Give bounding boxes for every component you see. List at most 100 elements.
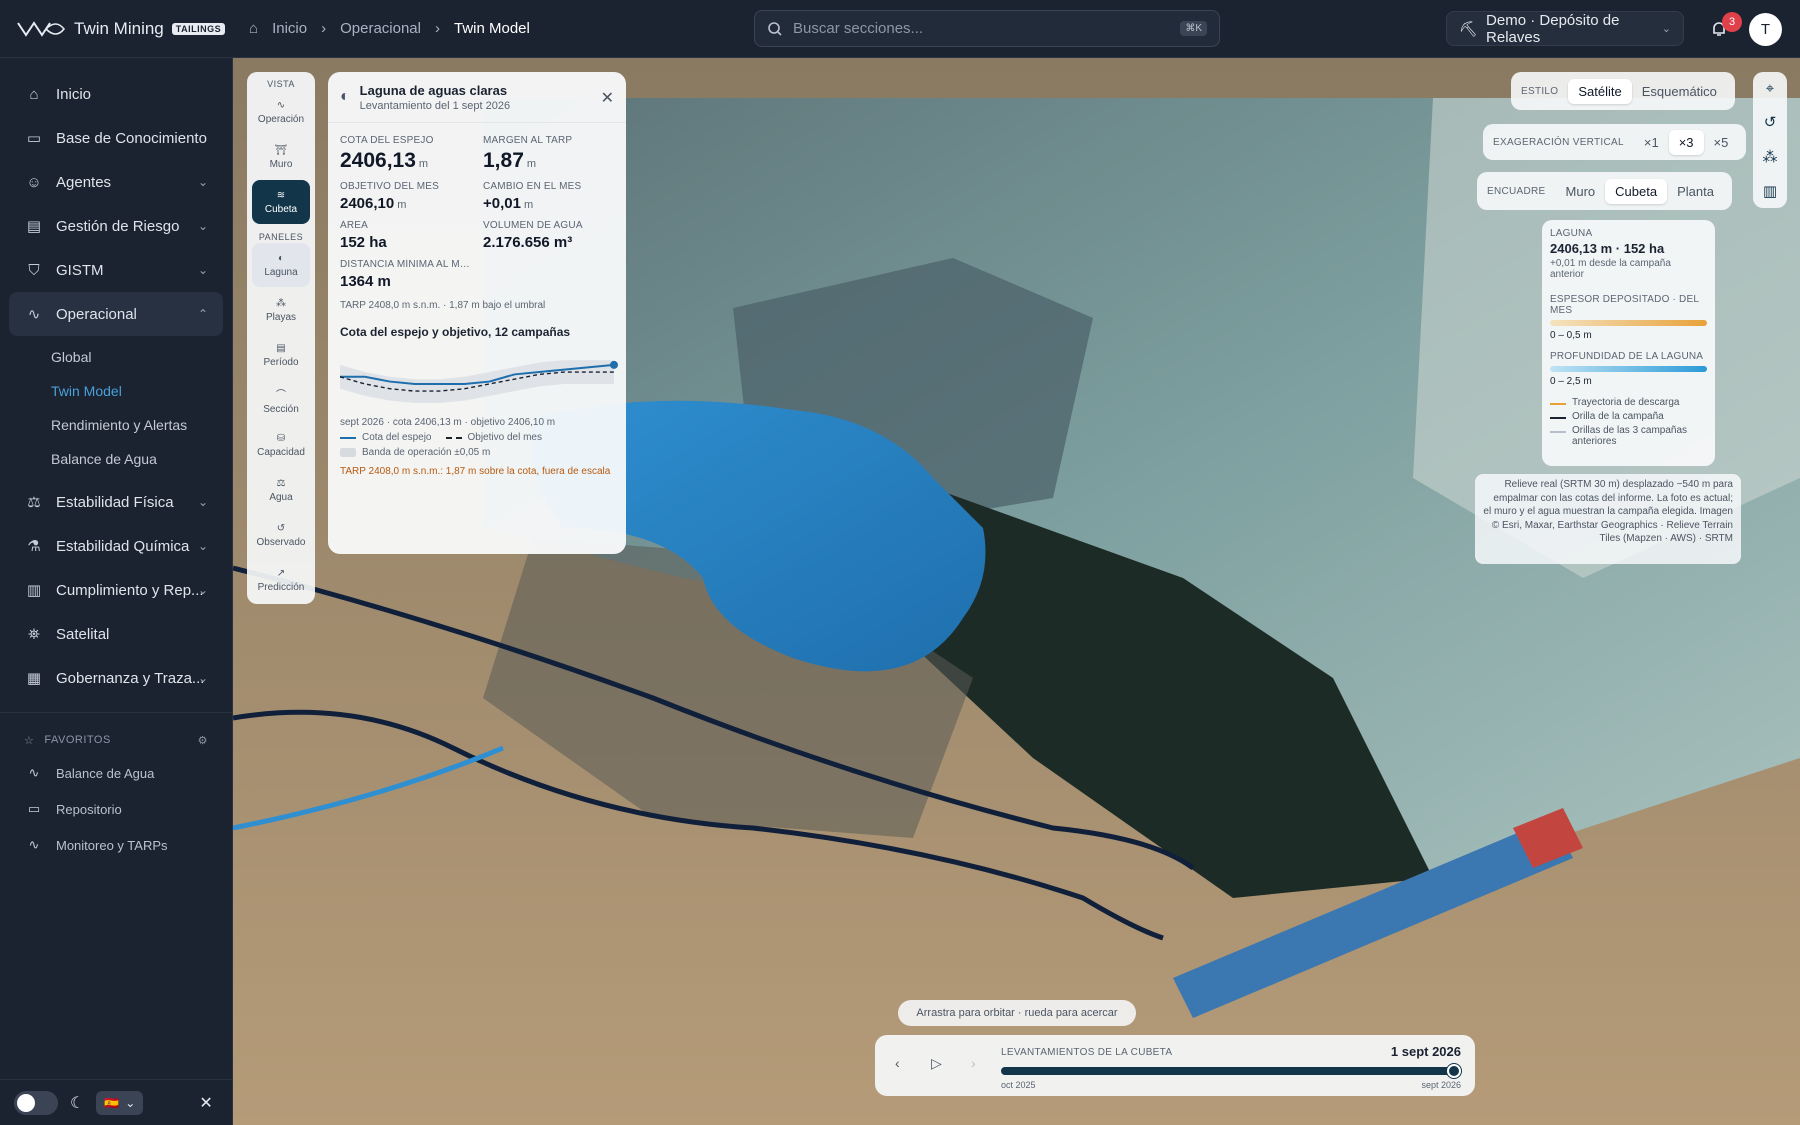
theme-toggle[interactable] <box>14 1090 58 1115</box>
layers-icon[interactable]: ⁂ <box>1763 148 1778 166</box>
sidebar-item-satelital[interactable]: ⛯ Satelital <box>0 612 232 656</box>
tool-rail: VISTA ∿ Operación ⛩ Muro ≋ Cubeta PANELES ◐… <box>247 72 315 604</box>
sidebar-item-gistm[interactable]: ⛉ GISTM ⌄ <box>0 248 232 292</box>
search-box[interactable]: ⌘K <box>754 10 1220 47</box>
timeline-start: oct 2025 <box>1001 1080 1036 1090</box>
profundidad-title: PROFUNDIDAD DE LA LAGUNA <box>1550 351 1704 362</box>
sidebar-item-estabilidad-fisica[interactable]: ⚖ Estabilidad Física ⌄ <box>0 480 232 524</box>
panel-capacidad-button[interactable]: ⛁ Capacidad <box>252 423 310 467</box>
panel-agua-button[interactable]: ⚖ Agua <box>252 468 310 512</box>
rail-label: Cubeta <box>264 203 298 215</box>
sidebar-item-gestion-riesgo[interactable]: ▤ Gestión de Riesgo ⌄ <box>0 204 232 248</box>
book-icon: ▭ <box>27 801 41 816</box>
metric-label: OBJETIVO DEL MES <box>340 181 439 192</box>
sidebar-subitem-twin-model[interactable]: Twin Model <box>0 374 232 408</box>
panel-title: Laguna de aguas claras <box>359 82 508 98</box>
sidebar-item-label: GISTM <box>56 261 104 279</box>
avatar[interactable]: T <box>1749 13 1782 46</box>
favorite-monitoreo[interactable]: ∿ Monitoreo y TARPs <box>0 827 232 863</box>
waves-icon: ≋ <box>276 189 286 201</box>
sidebar-item-inicio[interactable]: ⌂ Inicio <box>0 72 232 116</box>
sidebar-item-estabilidad-quimica[interactable]: ⚗ Estabilidad Química ⌄ <box>0 524 232 568</box>
chevron-right-icon[interactable]: › <box>971 1055 976 1071</box>
divider <box>0 712 232 713</box>
panel-prediccion-button[interactable]: ↗ Predicción <box>252 558 310 602</box>
timeline-handle[interactable] <box>1447 1064 1461 1078</box>
sidebar-item-label: Agentes <box>56 173 112 191</box>
view-muro-button[interactable]: ⛩ Muro <box>252 135 310 179</box>
settings-sliders-icon[interactable]: ⚙ <box>198 734 208 747</box>
sidebar-item-gobernanza[interactable]: ▦ Gobernanza y Traza... ⌄ <box>0 656 232 700</box>
metric-number: 152 ha <box>340 234 387 251</box>
style-satelite-button[interactable]: Satélite <box>1568 78 1632 104</box>
terrain-map[interactable]: VISTA ∿ Operación ⛩ Muro ≋ Cubeta PANELES ◐… <box>233 58 1800 1125</box>
notifications-button[interactable]: 3 <box>1704 12 1742 44</box>
favorite-repositorio[interactable]: ▭ Repositorio <box>0 791 232 827</box>
panel-subtitle: Levantamiento del 1 sept 2026 <box>359 99 511 112</box>
sidebar-subitem-balance-agua[interactable]: Balance de Agua <box>0 442 232 476</box>
sidebar: ⌂ Inicio ▭ Base de Conocimiento ☺ Agentes ⌄ … <box>0 58 233 1125</box>
home-icon[interactable]: ⌂ <box>249 20 258 37</box>
sidebar-item-label: Inicio <box>56 85 92 103</box>
profundidad-range: 0 – 2,5 m <box>1550 376 1592 387</box>
chevron-left-icon[interactable]: ‹ <box>895 1055 900 1071</box>
legend-label: Objetivo del mes <box>467 432 542 443</box>
legend-label: Cota del espejo <box>362 432 432 443</box>
style-label: ESTILO <box>1521 85 1559 97</box>
style-esquematico-button[interactable]: Esquemático <box>1632 79 1727 104</box>
logo-icon <box>17 20 66 37</box>
metric-cota: COTA DEL ESPEJO 2406,13 m <box>340 135 483 173</box>
breadcrumb-operacional[interactable]: Operacional <box>340 20 421 37</box>
sidebar-subitem-rendimiento[interactable]: Rendimiento y Alertas <box>0 408 232 442</box>
frame-cubeta-button[interactable]: Cubeta <box>1605 178 1668 204</box>
project-selector[interactable]: ⛏ Demo · Depósito de Relaves ⌄ <box>1446 11 1684 46</box>
view-cubeta-button[interactable]: ≋ Cubeta <box>252 180 310 224</box>
breadcrumb-current: Twin Model <box>453 20 530 37</box>
favorite-balance-agua[interactable]: ∿ Balance de Agua <box>0 755 232 791</box>
style-control: ESTILO Satélite Esquemático <box>1511 72 1735 110</box>
frame-planta-button[interactable]: Planta <box>1667 179 1724 204</box>
favorites-title: FAVORITOS <box>44 734 111 746</box>
search-icon <box>768 21 782 36</box>
close-icon[interactable]: ✕ <box>601 88 614 108</box>
metric-label: CAMBIO EN EL MES <box>483 181 582 192</box>
panel-playas-button[interactable]: ⁂ Playas <box>252 288 310 332</box>
legend-swatch-band <box>340 448 356 457</box>
frame-muro-button[interactable]: Muro <box>1556 179 1606 204</box>
sidebar-subitem-global[interactable]: Global <box>0 340 232 374</box>
columns-icon[interactable]: ▥ <box>1763 182 1777 200</box>
sidebar-item-agentes[interactable]: ☺ Agentes ⌄ <box>0 160 232 204</box>
legend-delta: +0,01 m desde la campaña anterior <box>1550 258 1671 280</box>
panel-seccion-button[interactable]: ⌒ Sección <box>252 378 310 422</box>
exag-x5-button[interactable]: ×5 <box>1704 130 1739 155</box>
metric-value: 2406,13 m <box>340 149 483 173</box>
legend-shore: Orilla de la campaña <box>1550 411 1707 422</box>
exag-x1-button[interactable]: ×1 <box>1634 130 1669 155</box>
sidebar-item-label: Estabilidad Química <box>56 537 190 555</box>
exag-x3-button[interactable]: ×3 <box>1668 129 1704 155</box>
brand[interactable]: Twin Mining TAILINGS <box>0 19 233 39</box>
sidebar-item-base-conocimiento[interactable]: ▭ Base de Conocimiento <box>0 116 232 160</box>
sidebar-item-operacional[interactable]: ∿ Operacional ⌃ <box>9 292 223 336</box>
reset-view-icon[interactable]: ↺ <box>1764 113 1777 131</box>
compass-icon[interactable]: ⌖ <box>1766 80 1774 97</box>
sidebar-item-cumplimiento[interactable]: ▥ Cumplimiento y Rep... ⌄ <box>0 568 232 612</box>
rail-label: Playas <box>265 311 296 323</box>
rail-label: Predicción <box>257 581 305 593</box>
breadcrumb-inicio[interactable]: Inicio <box>272 20 307 37</box>
chart-caption: sept 2026 · cota 2406,13 m · objetivo 24… <box>340 417 556 428</box>
panel-laguna-button[interactable]: ◐ Laguna <box>252 243 310 287</box>
view-operacion-button[interactable]: ∿ Operación <box>252 90 310 134</box>
timeline-slider[interactable] <box>1001 1064 1461 1078</box>
metrics-grid: COTA DEL ESPEJO 2406,13 m MARGEN AL TARP 1,… <box>328 123 626 290</box>
pin-off-icon[interactable]: ✕ <box>199 1093 212 1113</box>
timeline-end: sept 2026 <box>1421 1080 1461 1090</box>
panel-observado-button[interactable]: ↺ Observado <box>252 513 310 557</box>
network-icon: ⁂ <box>276 297 286 309</box>
play-icon[interactable]: ▷ <box>931 1055 942 1072</box>
legend-swatch-cota <box>340 436 356 439</box>
language-selector[interactable]: 🇪🇸 ⌄ <box>96 1090 144 1115</box>
panel-periodo-button[interactable]: ▤ Período <box>252 333 310 377</box>
search-input[interactable] <box>793 20 1171 37</box>
metric-number: 1,87 <box>483 149 524 172</box>
